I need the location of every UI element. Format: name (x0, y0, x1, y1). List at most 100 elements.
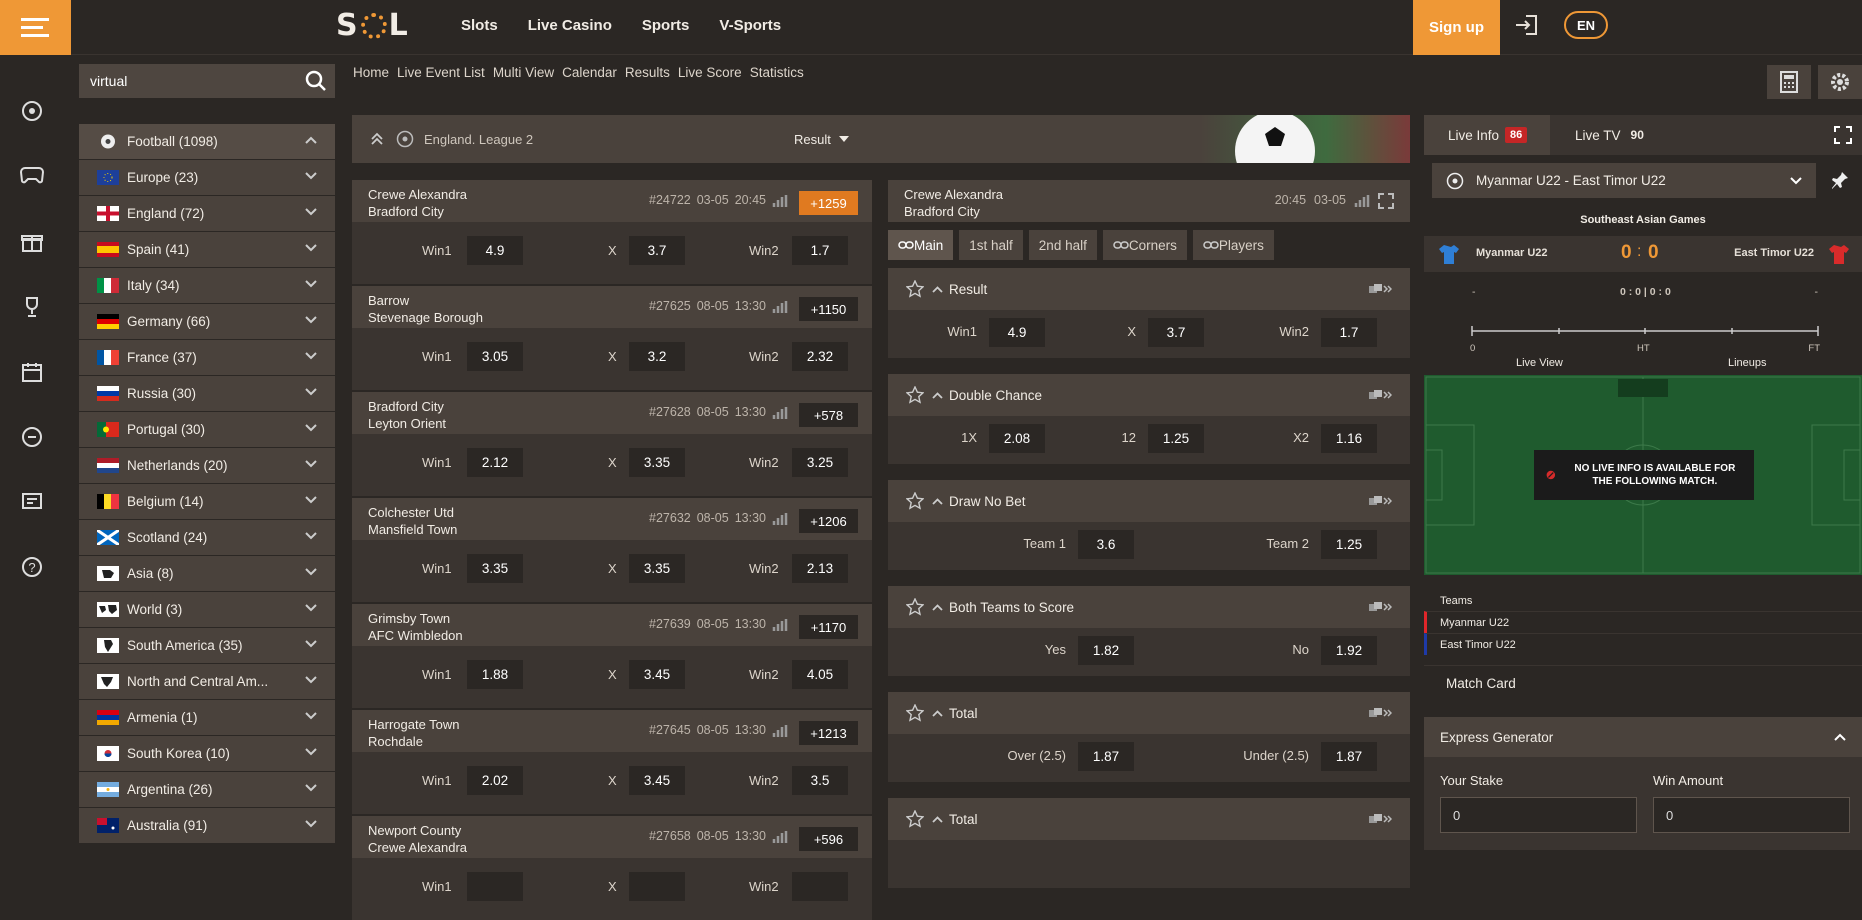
express-header[interactable]: Express Generator (1424, 717, 1862, 757)
stats-icon[interactable] (772, 724, 788, 738)
signup-button[interactable]: Sign up (1413, 0, 1500, 55)
sidebar-item-england[interactable]: England (72) (79, 196, 335, 232)
sidebar-item-north-central-america[interactable]: North and Central Am... (79, 664, 335, 700)
subnav-home[interactable]: Home (353, 65, 389, 80)
odd-win2[interactable]: 4.05 (792, 660, 848, 689)
sidebar-item-germany[interactable]: Germany (66) (79, 304, 335, 340)
match-header[interactable]: Grimsby Town AFC Wimbledon #27639 08-05 13:3… (352, 604, 872, 646)
odd-button[interactable]: 3.7 (1148, 318, 1204, 347)
market-header[interactable]: Total (888, 798, 1410, 840)
odd-button[interactable]: 4.9 (989, 318, 1045, 347)
help-icon[interactable]: ? (20, 555, 44, 579)
ticket-icon[interactable] (20, 490, 44, 514)
nav-live-casino[interactable]: Live Casino (528, 17, 612, 34)
settings-button[interactable] (1818, 65, 1862, 99)
tab-1st-half[interactable]: 1st half (959, 230, 1023, 260)
sidebar-item-armenia[interactable]: Armenia (1) (79, 700, 335, 736)
odd-win2[interactable]: 3.25 (792, 448, 848, 477)
nav-v-sports[interactable]: V-Sports (719, 17, 781, 34)
match-card[interactable]: Crewe Alexandra Bradford City #24722 03-05 2… (352, 180, 872, 284)
menu-button[interactable] (0, 0, 71, 55)
odd-win1[interactable] (467, 872, 523, 901)
subnav-live-event-list[interactable]: Live Event List (397, 65, 485, 80)
more-markets-button[interactable]: +578 (799, 403, 858, 427)
calendar-icon[interactable] (20, 360, 44, 384)
login-icon[interactable] (1514, 13, 1540, 37)
language-selector[interactable]: EN (1564, 11, 1608, 39)
search-icon[interactable] (305, 70, 327, 92)
odd-win1[interactable]: 2.12 (467, 448, 523, 477)
stats-icon[interactable] (772, 830, 788, 844)
stake-input[interactable]: 0 (1440, 797, 1637, 833)
live-view-link[interactable]: Live View (1516, 357, 1563, 369)
odd-button[interactable]: 1.87 (1321, 742, 1377, 771)
star-icon[interactable] (906, 704, 924, 722)
tab-players[interactable]: Players (1192, 230, 1274, 260)
fullscreen-icon[interactable] (1378, 192, 1394, 209)
star-icon[interactable] (906, 492, 924, 510)
star-icon[interactable] (906, 386, 924, 404)
match-card[interactable]: Bradford City Leyton Orient #27628 08-05 13:… (352, 392, 872, 496)
match-card-button[interactable]: Match Card (1424, 665, 1862, 701)
tab-main[interactable]: Main (888, 230, 954, 260)
more-markets-button[interactable]: +1206 (799, 509, 858, 533)
gift-icon[interactable] (20, 230, 44, 254)
match-header[interactable]: Barrow Stevenage Borough #27625 08-05 13:30 +… (352, 286, 872, 328)
sidebar-item-italy[interactable]: Italy (34) (79, 268, 335, 304)
sidebar-item-spain[interactable]: Spain (41) (79, 232, 335, 268)
sidebar-item-football[interactable]: Football (1098) (79, 124, 335, 160)
match-header[interactable]: Crewe Alexandra Bradford City #24722 03-05 2… (352, 180, 872, 222)
multi-bet-icon[interactable] (1368, 495, 1392, 507)
odd-button[interactable]: 1.7 (1321, 318, 1377, 347)
match-card[interactable]: Colchester Utd Mansfield Town #27632 08-05 1… (352, 498, 872, 602)
sidebar-item-europe[interactable]: Europe (23) (79, 160, 335, 196)
sidebar-item-australia[interactable]: Australia (91) (79, 808, 335, 844)
odd-draw[interactable]: 3.35 (629, 448, 685, 477)
multi-bet-icon[interactable] (1368, 707, 1392, 719)
nav-slots[interactable]: Slots (461, 17, 498, 34)
star-icon[interactable] (906, 810, 924, 828)
match-header[interactable]: Harrogate Town Rochdale #27645 08-05 13:30 +1… (352, 710, 872, 752)
sidebar-item-south-america[interactable]: South America (35) (79, 628, 335, 664)
odd-win1[interactable]: 4.9 (467, 236, 523, 265)
odd-button[interactable]: 1.92 (1321, 636, 1377, 665)
multi-bet-icon[interactable] (1368, 283, 1392, 295)
odd-button[interactable]: 3.6 (1078, 530, 1134, 559)
stats-icon[interactable] (1354, 194, 1370, 208)
odd-draw[interactable] (629, 872, 685, 901)
collapse-icon[interactable] (370, 132, 384, 146)
match-card[interactable]: Barrow Stevenage Borough #27625 08-05 13:30 +… (352, 286, 872, 390)
match-header[interactable]: Newport County Crewe Alexandra #27658 08-05… (352, 816, 872, 858)
market-header[interactable]: Double Chance (888, 374, 1410, 416)
sidebar-item-south-korea[interactable]: South Korea (10) (79, 736, 335, 772)
market-header[interactable]: Draw No Bet (888, 480, 1410, 522)
tab-live-info[interactable]: Live Info 86 (1424, 115, 1550, 155)
match-card[interactable]: Newport County Crewe Alexandra #27658 08-05… (352, 816, 872, 920)
lineups-link[interactable]: Lineups (1728, 357, 1767, 369)
sidebar-item-portugal[interactable]: Portugal (30) (79, 412, 335, 448)
sidebar-item-belgium[interactable]: Belgium (14) (79, 484, 335, 520)
trophy-icon[interactable] (20, 295, 44, 319)
more-markets-button[interactable]: +1150 (799, 297, 858, 321)
market-header[interactable]: Both Teams to Score (888, 586, 1410, 628)
more-markets-button[interactable]: +1170 (799, 615, 858, 639)
sidebar-item-world[interactable]: World (3) (79, 592, 335, 628)
odd-button[interactable]: 1.25 (1321, 530, 1377, 559)
more-markets-button[interactable]: +1259 (799, 191, 858, 215)
match-card[interactable]: Harrogate Town Rochdale #27645 08-05 13:30 +1… (352, 710, 872, 814)
odd-win2[interactable]: 2.13 (792, 554, 848, 583)
odd-win2[interactable]: 3.5 (792, 766, 848, 795)
expand-icon[interactable] (1834, 126, 1852, 144)
odd-win1[interactable]: 3.35 (467, 554, 523, 583)
odd-button[interactable]: 1.16 (1321, 424, 1377, 453)
stats-icon[interactable] (772, 618, 788, 632)
star-icon[interactable] (906, 598, 924, 616)
football-icon[interactable] (20, 99, 44, 123)
calculator-button[interactable] (1767, 65, 1811, 99)
multi-bet-icon[interactable] (1368, 813, 1392, 825)
stats-icon[interactable] (772, 512, 788, 526)
odd-button[interactable]: 1.25 (1148, 424, 1204, 453)
sidebar-item-france[interactable]: France (37) (79, 340, 335, 376)
more-markets-button[interactable]: +596 (799, 827, 858, 851)
odd-draw[interactable]: 3.45 (629, 766, 685, 795)
